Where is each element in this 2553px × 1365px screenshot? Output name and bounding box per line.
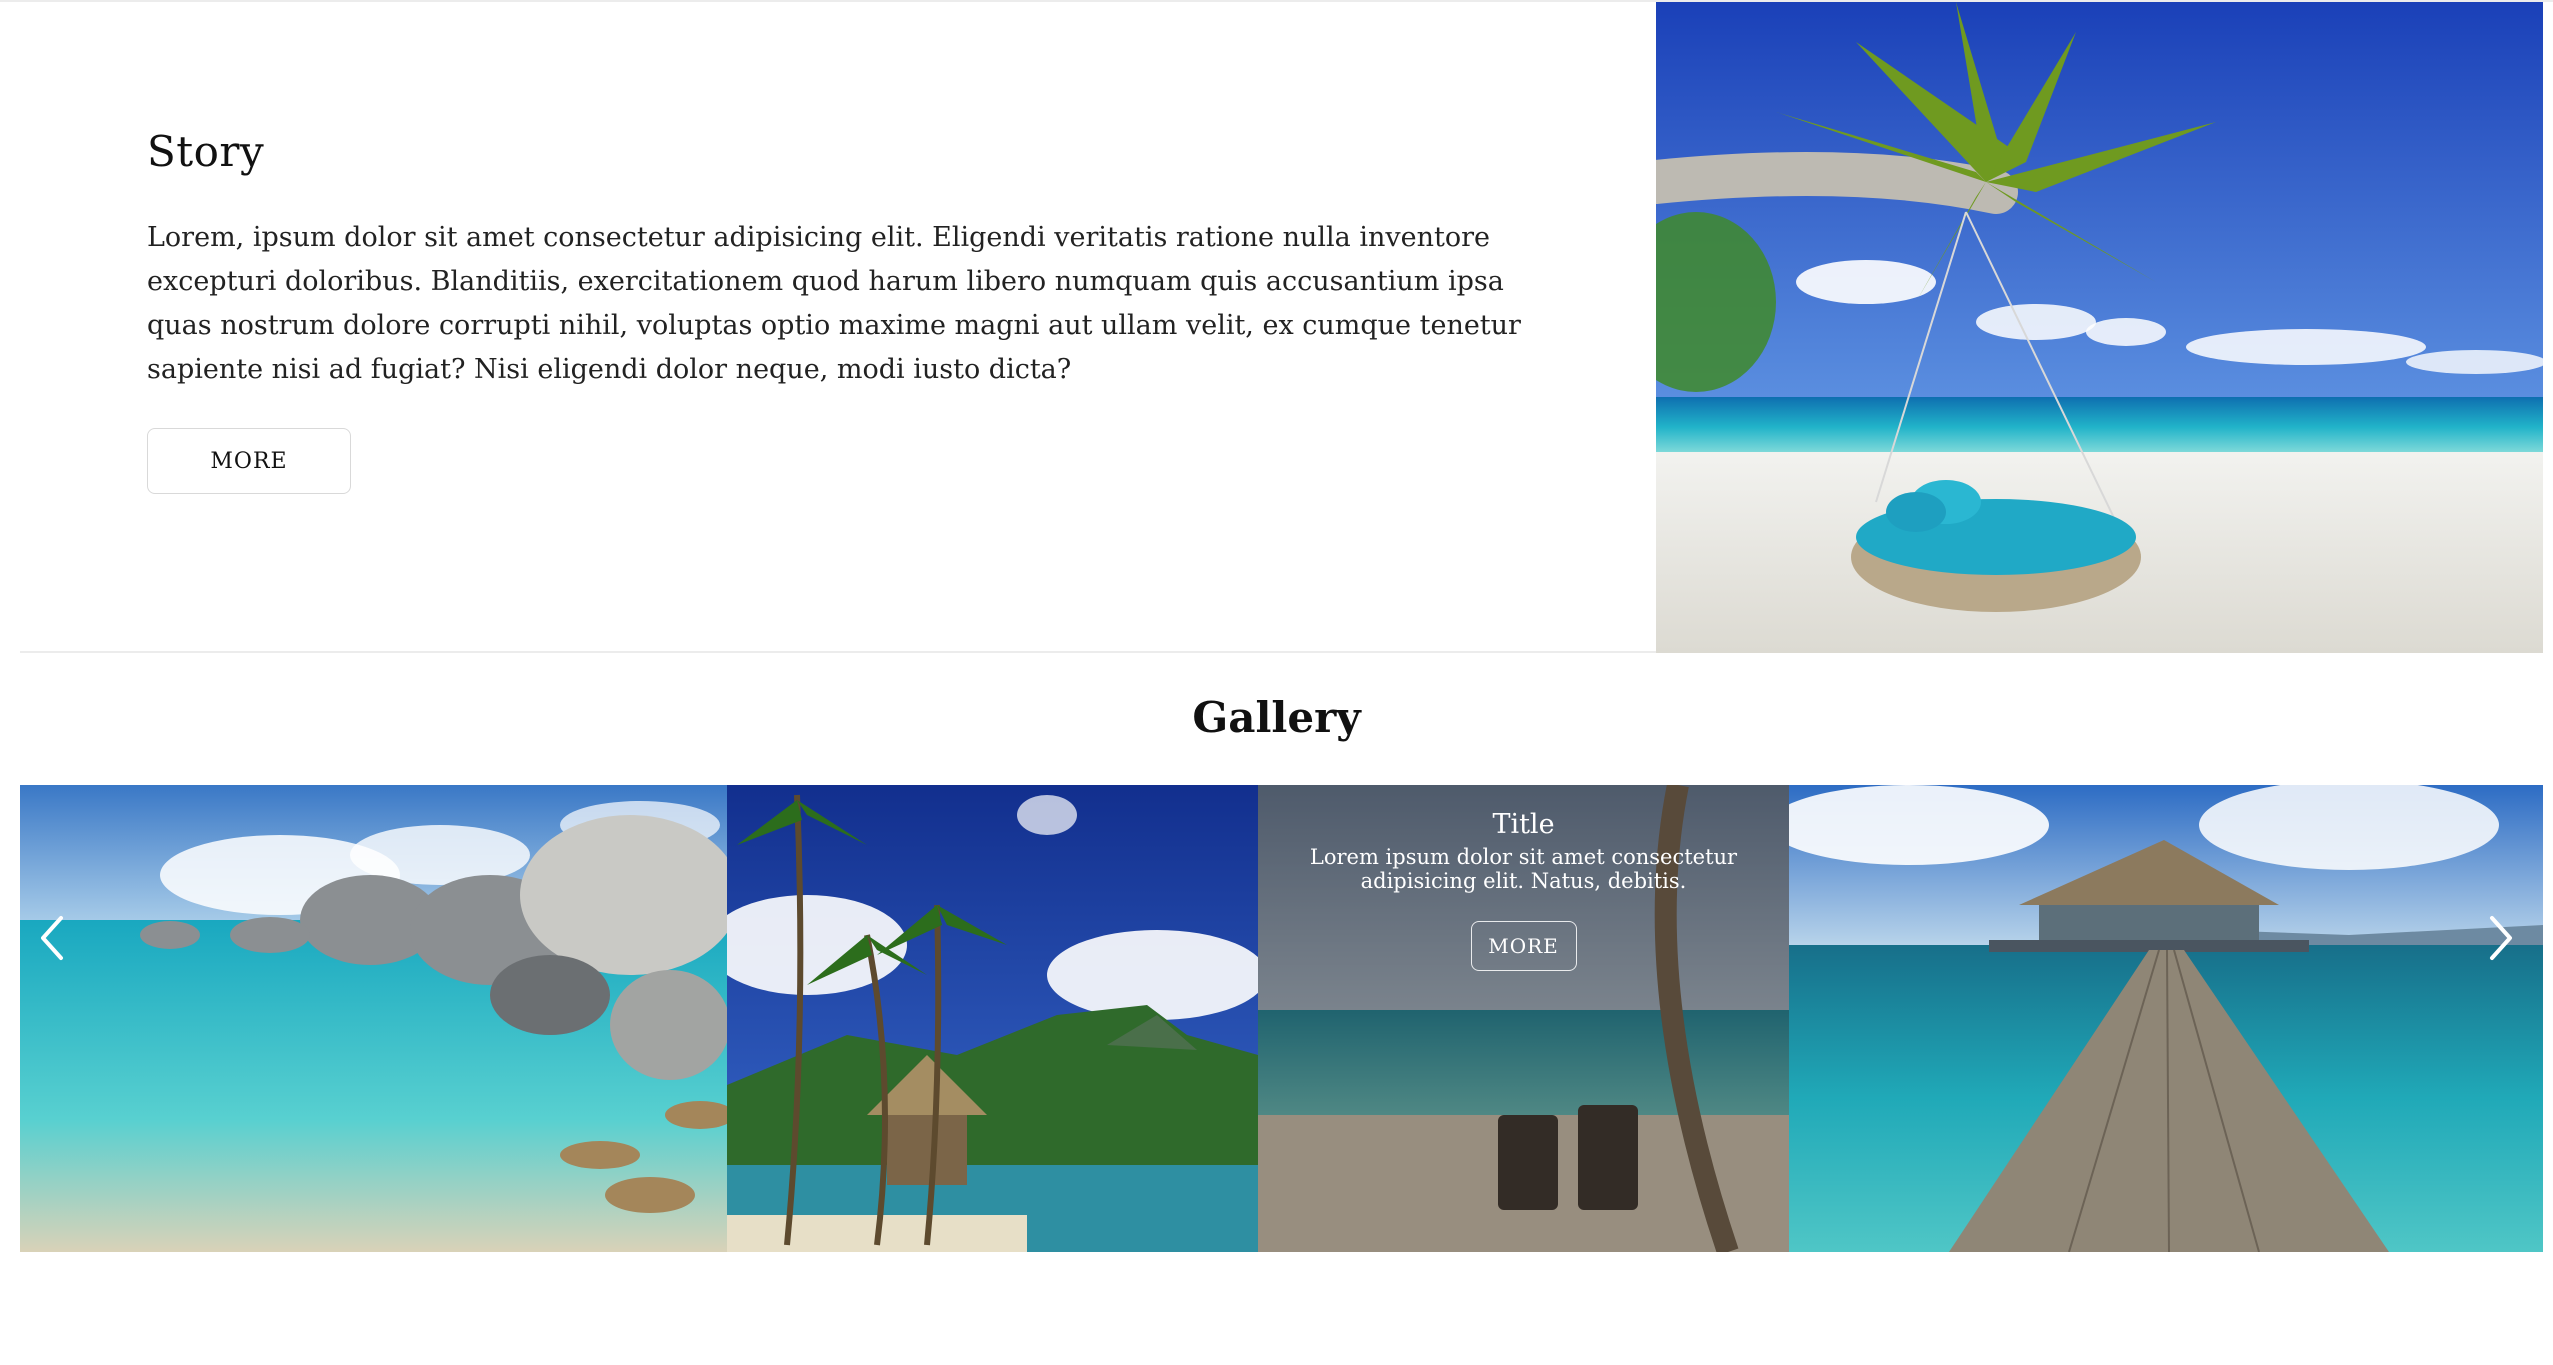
gallery-slide-palm-hut[interactable]: [727, 785, 1258, 1252]
slide-caption: Title Lorem ipsum dolor sit amet consect…: [1258, 807, 1789, 971]
palm-hut-mountain-photo: [727, 785, 1258, 1252]
gallery-slide-featured[interactable]: Title Lorem ipsum dolor sit amet consect…: [1258, 785, 1789, 1252]
slide-caption-text: Lorem ipsum dolor sit amet consectetur a…: [1309, 845, 1738, 893]
carousel-next-button[interactable]: [2471, 903, 2531, 973]
gallery-title: Gallery: [1192, 693, 1361, 742]
story-image: [1656, 2, 2543, 653]
chevron-left-icon: [41, 916, 63, 960]
beach-hammock-photo: [1656, 2, 2543, 653]
gallery-slide-pier[interactable]: [1789, 785, 2543, 1252]
story-text-block: Story Lorem, ipsum dolor sit amet consec…: [147, 122, 1547, 494]
chevron-right-icon: [2490, 916, 2512, 960]
rocky-beach-photo: [20, 785, 727, 1252]
pier-hut-photo: [1789, 785, 2543, 1252]
slide-more-button[interactable]: MORE: [1470, 921, 1577, 971]
gallery-slide-rocky-beach[interactable]: [20, 785, 727, 1252]
story-title: Story: [147, 127, 265, 176]
story-section: Story Lorem, ipsum dolor sit amet consec…: [20, 2, 2543, 653]
story-more-button[interactable]: MORE: [147, 428, 351, 494]
carousel-prev-button[interactable]: [22, 903, 82, 973]
slide-caption-title: Title: [1492, 809, 1555, 840]
gallery-carousel: Title Lorem ipsum dolor sit amet consect…: [20, 785, 2543, 1252]
story-body: Lorem, ipsum dolor sit amet consectetur …: [147, 222, 1521, 385]
